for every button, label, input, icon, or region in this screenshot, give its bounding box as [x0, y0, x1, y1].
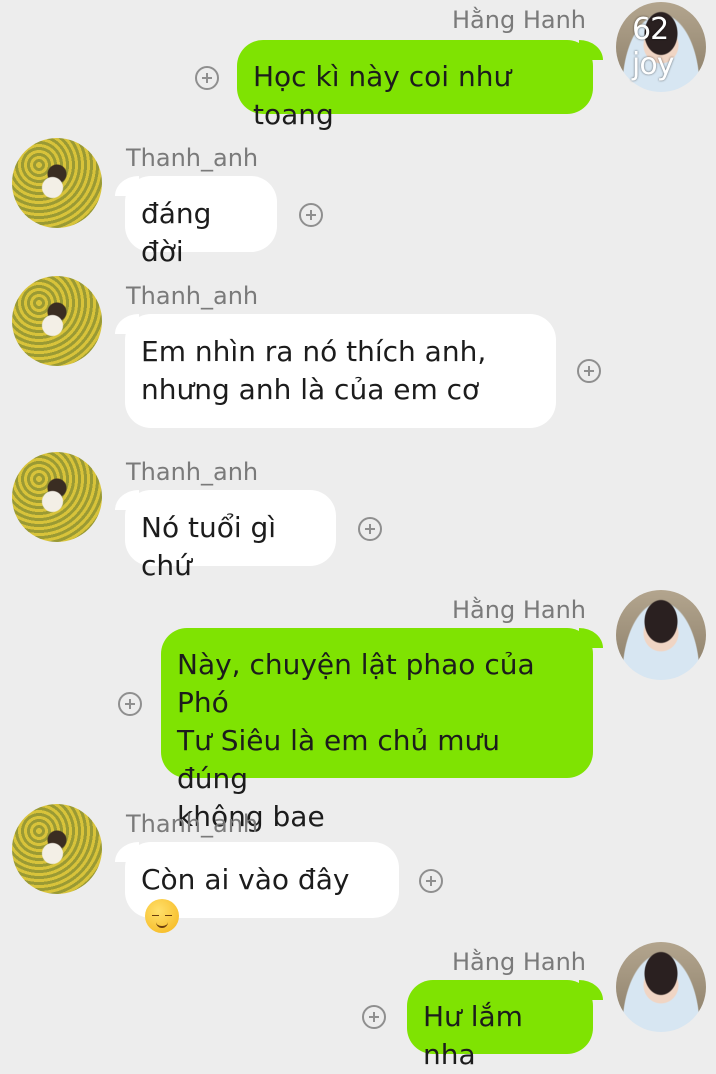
- add-reaction-icon[interactable]: [419, 869, 443, 893]
- sender-name: Thanh_anh: [126, 282, 259, 310]
- message-line: Hư lắm nha: [423, 1000, 523, 1071]
- message-bubble[interactable]: Nó tuổi gì chứ: [115, 490, 336, 582]
- avatar-thanh-anh[interactable]: [12, 804, 102, 894]
- add-reaction-icon[interactable]: [299, 203, 323, 227]
- badge-text: 62 joy: [632, 12, 674, 82]
- relieved-face-emoji: [145, 899, 179, 933]
- sender-name: Hằng Hanh: [451, 6, 586, 34]
- message-line: Còn ai vào đây: [141, 863, 350, 896]
- avatar-thanh-anh[interactable]: [12, 276, 102, 366]
- message-bubble[interactable]: Này, chuyện lật phao của Phó Tư Siêu là …: [161, 628, 603, 833]
- avatar-thanh-anh[interactable]: [12, 138, 102, 228]
- message-line: đáng đời: [141, 197, 212, 268]
- message-bubble[interactable]: đáng đời: [115, 176, 277, 268]
- sender-name: Thanh_anh: [126, 810, 259, 838]
- add-reaction-icon[interactable]: [358, 517, 382, 541]
- sender-name: Thanh_anh: [126, 458, 259, 486]
- avatar-hang-hanh[interactable]: [616, 590, 706, 680]
- add-reaction-icon[interactable]: [362, 1005, 386, 1029]
- add-reaction-icon[interactable]: [195, 66, 219, 90]
- sender-name: Hằng Hanh: [451, 948, 586, 976]
- message-line: Em nhìn ra nó thích anh,: [141, 335, 487, 368]
- add-reaction-icon[interactable]: [577, 359, 601, 383]
- avatar-hang-hanh[interactable]: [616, 942, 706, 1032]
- message-bubble[interactable]: Học kì này coi như toang: [237, 40, 603, 131]
- message-bubble[interactable]: Em nhìn ra nó thích anh, nhưng anh là củ…: [115, 314, 556, 428]
- message-bubble[interactable]: Hư lắm nha: [407, 980, 603, 1071]
- message-line: Học kì này coi như toang: [253, 60, 512, 131]
- avatar-thanh-anh[interactable]: [12, 452, 102, 542]
- sender-name: Hằng Hanh: [451, 596, 586, 624]
- message-line: Nó tuổi gì chứ: [141, 511, 277, 582]
- message-line: Tư Siêu là em chủ mưu đúng: [177, 724, 500, 795]
- message-bubble[interactable]: Còn ai vào đây: [115, 842, 399, 933]
- message-line: Này, chuyện lật phao của Phó: [177, 648, 535, 719]
- sender-name: Thanh_anh: [126, 144, 259, 172]
- message-line: nhưng anh là của em cơ: [141, 373, 480, 406]
- add-reaction-icon[interactable]: [118, 692, 142, 716]
